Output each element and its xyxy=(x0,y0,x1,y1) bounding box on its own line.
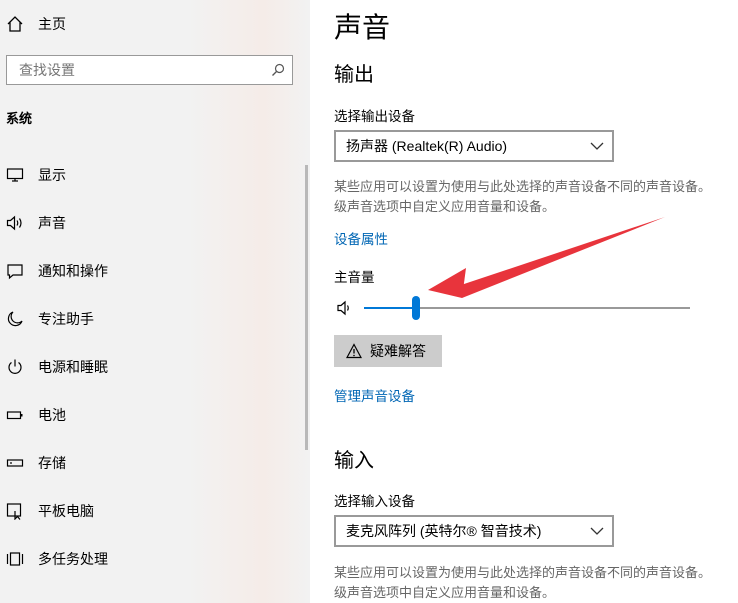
troubleshoot-button[interactable]: 疑难解答 xyxy=(334,335,442,367)
chevron-down-icon xyxy=(590,527,604,535)
output-device-label: 选择输出设备 xyxy=(334,109,415,124)
input-description: 某些应用可以设置为使用与此处选择的声音设备不同的声音设备。 级声音选项中自定义应… xyxy=(334,563,738,603)
input-device-value: 麦克风阵列 (英特尔® 智音技术) xyxy=(346,523,542,539)
sidebar-item-multitasking[interactable]: 多任务处理 xyxy=(0,535,300,583)
output-description-line2: 级声音选项中自定义应用音量和设备。 xyxy=(334,199,556,214)
master-volume-slider[interactable] xyxy=(364,296,690,320)
sidebar-item-label: 存储 xyxy=(38,455,66,471)
notification-icon xyxy=(7,264,23,280)
moon-icon xyxy=(7,311,23,327)
master-volume-label: 主音量 xyxy=(334,270,375,285)
multitask-icon xyxy=(6,552,24,566)
sidebar-item-label: 声音 xyxy=(38,215,66,231)
sidebar-scrollbar[interactable] xyxy=(305,165,308,450)
storage-icon xyxy=(6,459,24,467)
sound-settings-panel: 声音 输出 选择输出设备 扬声器 (Realtek(R) Audio) 某些应用… xyxy=(310,0,738,603)
sidebar-item-label: 通知和操作 xyxy=(38,263,108,279)
sidebar-home[interactable]: 主页 xyxy=(6,13,66,35)
sidebar-item-label: 平板电脑 xyxy=(38,503,94,519)
sidebar-item-storage[interactable]: 存储 xyxy=(0,439,300,487)
volume-slider-thumb[interactable] xyxy=(412,296,421,320)
power-icon xyxy=(8,359,22,374)
speaker-icon[interactable] xyxy=(336,299,354,317)
sidebar-item-battery[interactable]: 电池 xyxy=(0,391,300,439)
home-icon xyxy=(7,16,23,32)
output-device-dropdown[interactable]: 扬声器 (Realtek(R) Audio) xyxy=(334,130,614,162)
device-properties-link[interactable]: 设备属性 xyxy=(334,228,388,248)
speaker-icon xyxy=(6,215,22,231)
sidebar-item-label: 电源和睡眠 xyxy=(38,359,108,375)
tablet-icon xyxy=(6,503,22,520)
sidebar-item-notifications[interactable]: 通知和操作 xyxy=(0,247,300,295)
output-description: 某些应用可以设置为使用与此处选择的声音设备不同的声音设备。 级声音选项中自定义应… xyxy=(334,177,738,217)
output-description-line1: 某些应用可以设置为使用与此处选择的声音设备不同的声音设备。 xyxy=(334,179,712,194)
warning-icon xyxy=(346,343,362,359)
search-box[interactable] xyxy=(6,55,293,85)
output-device-value: 扬声器 (Realtek(R) Audio) xyxy=(346,138,508,154)
sidebar-item-label: 电池 xyxy=(38,407,66,423)
sidebar-item-tablet[interactable]: 平板电脑 xyxy=(0,487,300,535)
sidebar-item-sound[interactable]: 声音 xyxy=(0,199,300,247)
sidebar-item-label: 多任务处理 xyxy=(38,551,108,567)
battery-icon xyxy=(6,411,23,420)
sidebar-item-power-sleep[interactable]: 电源和睡眠 xyxy=(0,343,300,391)
input-description-line2: 级声音选项中自定义应用音量和设备。 xyxy=(334,585,556,600)
input-description-line1: 某些应用可以设置为使用与此处选择的声音设备不同的声音设备。 xyxy=(334,565,712,580)
input-device-label: 选择输入设备 xyxy=(334,494,415,509)
sidebar-home-label: 主页 xyxy=(38,16,66,32)
sidebar-item-label: 专注助手 xyxy=(38,311,94,327)
chevron-down-icon xyxy=(590,142,604,150)
output-heading: 输出 xyxy=(334,64,374,86)
input-device-dropdown[interactable]: 麦克风阵列 (英特尔® 智音技术) xyxy=(334,515,614,547)
manage-sound-devices-link[interactable]: 管理声音设备 xyxy=(334,385,415,405)
sidebar-item-label: 显示 xyxy=(38,167,66,183)
search-icon[interactable] xyxy=(271,63,285,77)
page-title: 声音 xyxy=(334,12,391,43)
sidebar: 主页 系统 显示 声音 通知和操作 专注助手 xyxy=(0,0,310,603)
search-input[interactable] xyxy=(7,61,261,79)
sidebar-item-focus-assist[interactable]: 专注助手 xyxy=(0,295,300,343)
monitor-icon xyxy=(6,168,24,182)
input-heading: 输入 xyxy=(334,450,374,472)
volume-slider-fill xyxy=(364,307,417,309)
sidebar-item-display[interactable]: 显示 xyxy=(0,151,300,199)
troubleshoot-label: 疑难解答 xyxy=(370,343,426,359)
sidebar-section-title: 系统 xyxy=(6,111,33,126)
